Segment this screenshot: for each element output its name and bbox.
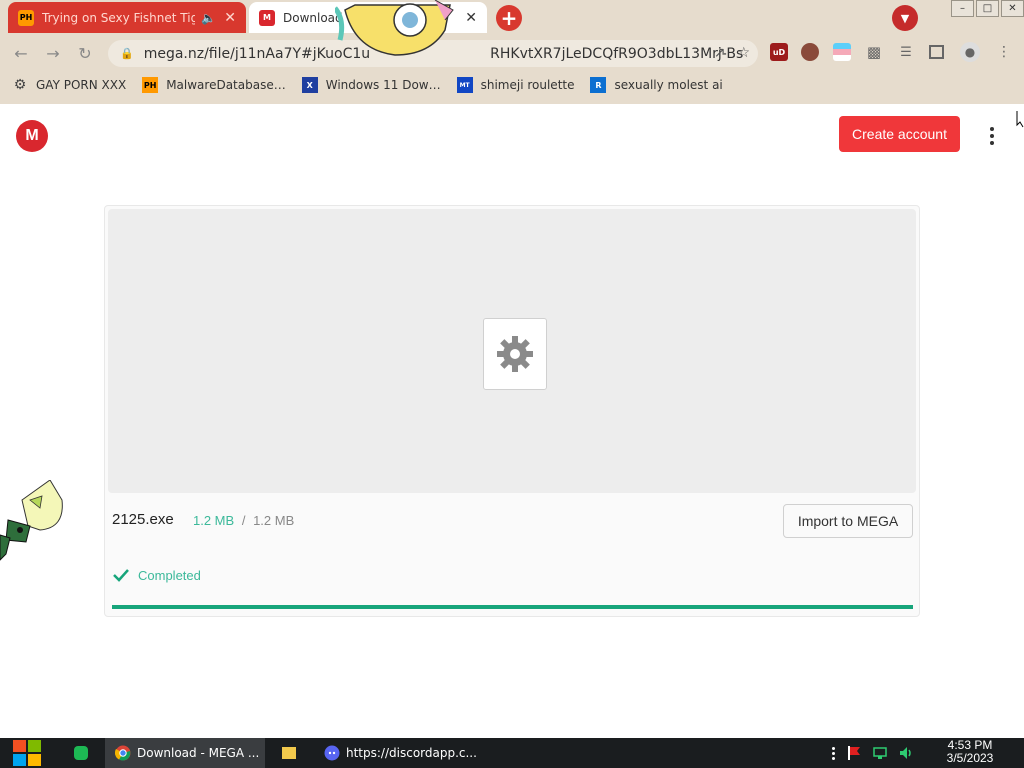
network-icon[interactable] (872, 745, 888, 761)
chrome-icon (115, 745, 131, 761)
tab-title: Trying on Sexy Fishnet Tig (42, 10, 196, 25)
chrome-menu-icon[interactable]: ⋮ (995, 43, 1013, 61)
download-progress-bar (112, 605, 913, 609)
bookmark-label: MalwareDatabase… (166, 78, 286, 92)
download-status: Completed (112, 566, 201, 584)
mt-icon: MT (456, 77, 473, 93)
close-window-button[interactable]: ✕ (1001, 0, 1024, 17)
toolbar: ← → ↻ 🔒 mega.nz/file/j11nAa7Y#jKuoC1u RH… (0, 36, 1024, 70)
tab-fishnet[interactable]: PH Trying on Sexy Fishnet Tig 🔈 ✕ (8, 2, 246, 33)
side-panel-icon[interactable] (929, 45, 944, 59)
minimize-button[interactable]: – (951, 0, 974, 17)
bookmark-label: sexually molest ai (614, 78, 723, 92)
mega-logo[interactable]: M (16, 120, 48, 152)
taskbar-item-label: https://discordapp.c... (346, 746, 477, 760)
close-icon[interactable]: ✕ (224, 10, 236, 26)
shimeji-character-icon[interactable] (335, 0, 455, 60)
file-preview (108, 209, 916, 493)
bookmark-malware-database[interactable]: PH MalwareDatabase… (142, 77, 286, 93)
taskbar: Download - MEGA ... https://discordapp.c… (0, 738, 1024, 768)
bookmark-shimeji-roulette[interactable]: MT shimeji roulette (456, 77, 575, 93)
media-control-icon[interactable]: ☰ (897, 43, 915, 61)
taskbar-item-label: Download - MEGA ... (137, 746, 260, 760)
downloaded-size: 1.2 MB (193, 513, 235, 528)
bookmarks-bar: ⚙ GAY PORN XXX PH MalwareDatabase… X Win… (0, 72, 739, 98)
r-icon: R (590, 77, 607, 93)
import-to-mega-button[interactable]: Import to MEGA (783, 504, 913, 538)
mega-favicon: M (259, 9, 275, 26)
progress-fill (112, 605, 913, 609)
bookmark-label: Windows 11 Dow… (325, 78, 441, 92)
total-size: 1.2 MB (253, 513, 295, 528)
taskbar-item-discord[interactable]: https://discordapp.c... (314, 738, 477, 768)
bookmark-molest-ai[interactable]: R sexually molest ai (590, 77, 723, 93)
volume-icon[interactable] (898, 745, 914, 761)
file-size: 1.2 MB / 1.2 MB (193, 513, 294, 528)
new-tab-button[interactable]: + (496, 5, 522, 31)
ublock-icon[interactable]: uD (770, 43, 788, 61)
profile-icon[interactable]: ● (960, 42, 980, 62)
bookmark-label: shimeji roulette (480, 78, 575, 92)
action-center-flag-icon[interactable] (846, 745, 862, 761)
system-clock[interactable]: 4:53 PM 3/5/2023 (940, 739, 1000, 765)
tray-overflow-icon[interactable] (832, 746, 836, 760)
extension-flag-icon[interactable] (833, 43, 851, 61)
maximize-button[interactable]: □ (976, 0, 999, 17)
mouse-cursor-icon (1016, 111, 1024, 128)
ph-icon: PH (142, 77, 159, 93)
speaker-muted-icon[interactable]: 🔈 (201, 11, 216, 25)
ph-favicon: PH (18, 9, 34, 26)
gear-icon: ⚙ (13, 77, 27, 93)
bookmark-windows-11[interactable]: X Windows 11 Dow… (301, 77, 441, 93)
discord-icon (324, 745, 340, 761)
checkmark-icon (113, 569, 129, 582)
share-icon[interactable]: ↗ (714, 45, 726, 61)
size-separator: / (241, 513, 246, 528)
x-icon: X (301, 77, 318, 93)
executable-file-icon (483, 318, 547, 390)
star-icon[interactable]: ☆ (737, 45, 750, 61)
file-card: 2125.exe 1.2 MB / 1.2 MB Import to MEGA … (104, 205, 920, 617)
taskbar-item-mega[interactable]: Download - MEGA ... (105, 738, 265, 768)
more-menu-icon[interactable] (984, 124, 1000, 148)
system-tray (832, 738, 914, 768)
status-label: Completed (138, 567, 201, 583)
extensions-puzzle-icon[interactable]: ▩ (865, 43, 883, 61)
extension-avatar-icon[interactable] (801, 43, 819, 61)
back-icon[interactable]: ← (10, 42, 32, 64)
browser-chrome: PH Trying on Sexy Fishnet Tig 🔈 ✕ M Down… (0, 0, 1024, 104)
bookmark-label: GAY PORN XXX (36, 78, 127, 92)
close-icon[interactable]: ✕ (465, 10, 477, 26)
create-account-button[interactable]: Create account (839, 116, 960, 152)
lock-icon: 🔒 (120, 47, 134, 60)
window-controls: – □ ✕ (949, 0, 1024, 18)
file-explorer-icon[interactable] (272, 738, 312, 768)
file-name: 2125.exe (112, 511, 174, 528)
tab-strip: PH Trying on Sexy Fishnet Tig 🔈 ✕ M Down… (0, 0, 1024, 34)
clock-date: 3/5/2023 (946, 751, 994, 765)
tab-search-icon[interactable]: ▼ (892, 5, 918, 31)
bookmark-gay-porn[interactable]: ⚙ GAY PORN XXX (12, 77, 126, 93)
start-button-icon[interactable] (10, 738, 44, 768)
address-text-tail: RHKvtXR7jLeDCQfR9O3dbL13Mrj-Bs (490, 45, 744, 62)
file-info-row: 2125.exe 1.2 MB / 1.2 MB Import to MEGA (105, 501, 921, 541)
forward-icon[interactable]: → (42, 42, 64, 64)
peridot-shimeji-icon[interactable] (0, 480, 66, 570)
reload-icon[interactable]: ↻ (74, 42, 96, 64)
spotify-taskbar-icon[interactable] (64, 738, 104, 768)
